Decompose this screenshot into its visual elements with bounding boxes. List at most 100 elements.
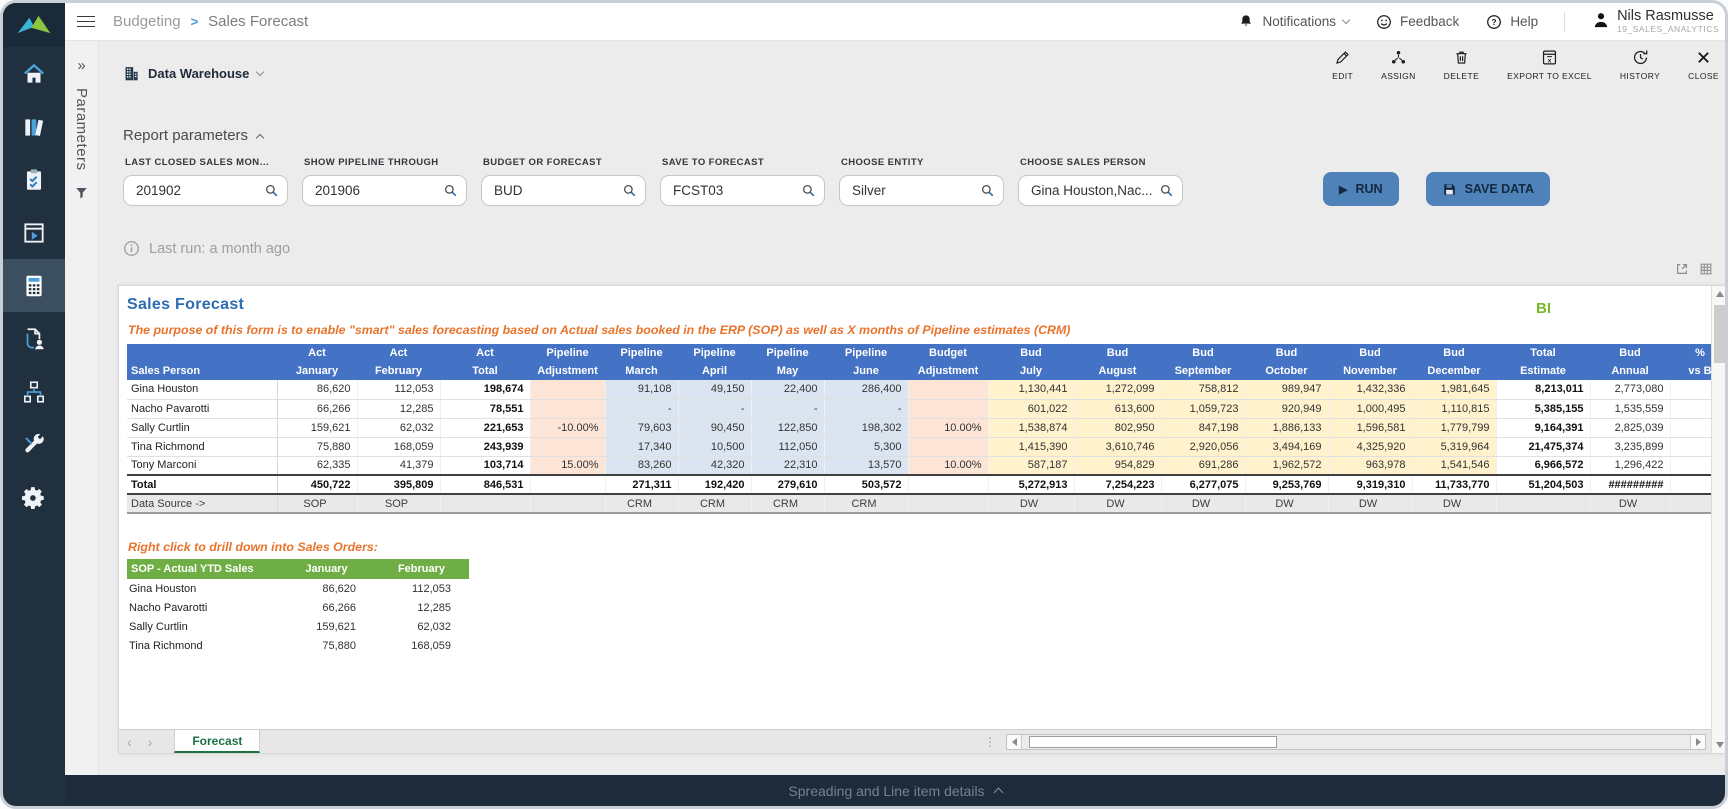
tab-forecast[interactable]: Forecast [174,730,260,753]
table-row: Tony Marconi62,33541,379103,71415.00%83,… [127,456,1711,475]
cell: 1,981,645 [1412,380,1496,399]
horizontal-scroll-thumb[interactable] [1029,736,1277,748]
cell: 279,610 [751,475,824,494]
horizontal-scrollbar[interactable] [1006,734,1706,750]
cell: 1,596,581 [1328,418,1412,437]
sidebar-item-workflows[interactable] [3,365,65,418]
popout-icon[interactable] [1675,262,1689,276]
sidebar-item-assignments[interactable] [3,153,65,206]
header-cell: June [824,362,908,380]
save-data-button[interactable]: SAVE DATA [1426,172,1550,206]
header-cell: Act [440,344,530,362]
choose-sales-person-input[interactable] [1018,175,1183,206]
field-value[interactable] [134,182,264,199]
sidebar-item-library[interactable] [3,100,65,153]
data-source-selector[interactable]: Data Warehouse [123,65,263,82]
vertical-scrollbar[interactable] [1711,286,1725,753]
cell: SOP [277,494,357,513]
export-to-excel-button[interactable]: x EXPORT TO EXCEL [1507,49,1592,81]
field-value[interactable] [492,182,622,199]
chevron-up-icon [993,788,1003,798]
delete-button[interactable]: DELETE [1444,49,1479,81]
report-purpose-note: The purpose of this form is to enable "s… [128,323,1711,337]
sidebar-item-settings[interactable] [3,471,65,524]
sidebar-item-data-collection[interactable] [3,312,65,365]
cell: 243,939 [440,437,530,456]
field-value[interactable] [1029,182,1159,199]
field-value[interactable] [313,182,443,199]
splitter-handle[interactable]: ⋮ [984,735,996,749]
menu-icon[interactable] [77,16,95,28]
header-cell: February [374,559,469,579]
cell: 1,130,441 [988,380,1074,399]
vertical-scroll-thumb[interactable] [1714,305,1725,363]
sidebar-item-tools[interactable] [3,418,65,471]
parameters-panel-title[interactable]: Parameters [73,88,90,171]
data-source-label: Data Warehouse [148,66,249,81]
bottom-drawer-toggle[interactable]: Spreading and Line item details [65,775,1725,806]
budget-or-forecast-input[interactable] [481,175,646,206]
show-pipeline-through-input[interactable] [302,175,467,206]
choose-entity-input[interactable] [839,175,1004,206]
cell: 5,272,913 [988,475,1074,494]
close-button[interactable]: CLOSE [1688,49,1719,81]
last-closed-sales-month-input[interactable] [123,175,288,206]
history-button[interactable]: HISTORY [1620,49,1660,81]
scroll-down-icon[interactable] [1716,742,1724,748]
report-parameters-toggle[interactable]: Report parameters [123,127,263,144]
breadcrumb-section[interactable]: Budgeting [113,13,181,30]
cell: 1,541,546 [1412,456,1496,475]
user-icon [1591,10,1611,30]
cell: - [678,399,751,418]
cell: 22,310 [751,456,824,475]
assign-button[interactable]: ASSIGN [1381,49,1416,81]
sheet-next-icon[interactable]: › [140,730,161,753]
notifications-button[interactable]: Notifications [1237,13,1349,31]
table-row: Gina Houston86,620112,053198,67491,10849… [127,380,1711,399]
sheet-prev-icon[interactable]: ‹ [119,730,140,753]
grid-icon[interactable] [1699,262,1713,276]
field-value[interactable] [671,182,801,199]
cell: DW [1590,494,1670,513]
scroll-up-icon[interactable] [1716,291,1724,297]
last-run-text: Last run: a month ago [149,241,290,257]
edit-button[interactable]: EDIT [1332,49,1353,81]
scroll-right-icon[interactable] [1690,735,1705,749]
cell: 41,379 [357,456,440,475]
save-to-forecast-input[interactable] [660,175,825,206]
cell [1670,456,1711,475]
cell: 75,880 [279,636,374,655]
search-icon [622,183,637,198]
header-cell: Pipeline [530,344,605,362]
header-cell: Pipeline [678,344,751,362]
cell: SOP [357,494,440,513]
help-button[interactable]: ? Help [1485,13,1538,31]
feedback-button[interactable]: Feedback [1375,13,1459,31]
cell [908,380,988,399]
sales-forecast-table: ActActActPipelinePipelinePipelinePipelin… [127,344,1711,514]
sidebar-item-budgeting[interactable] [3,259,65,312]
sidebar-item-reports[interactable] [3,206,65,259]
app-logo[interactable] [3,3,65,47]
cell [908,437,988,456]
run-button[interactable]: ▶ RUN [1323,172,1399,206]
field-label: SHOW PIPELINE THROUGH [304,157,467,168]
cell: CRM [678,494,751,513]
sales-forecast-table-head: ActActActPipelinePipelinePipelinePipelin… [127,344,1711,380]
report-title: Sales Forecast [127,296,1711,314]
topbar-right: Notifications Feedback ? Help Nils Rasmu… [1237,9,1725,34]
table-row: SOP - Actual YTD SalesJanuaryFebruary [127,559,469,579]
field-value[interactable] [850,182,980,199]
user-menu[interactable]: Nils Rasmusse 19_SALES_ANALYTICS [1591,9,1719,34]
header-cell: Total [1496,344,1590,362]
sidebar-item-home[interactable] [3,47,65,100]
cell: 12,285 [357,399,440,418]
smiley-icon [1375,13,1393,31]
scroll-left-icon[interactable] [1007,735,1022,749]
cell: 1,886,133 [1245,418,1328,437]
cell: DW [1328,494,1412,513]
topbar: Budgeting > Sales Forecast Notifications… [65,3,1725,41]
search-icon [264,183,279,198]
expand-panel-icon[interactable]: » [77,57,85,74]
horizontal-scroll-track[interactable] [1022,735,1690,749]
